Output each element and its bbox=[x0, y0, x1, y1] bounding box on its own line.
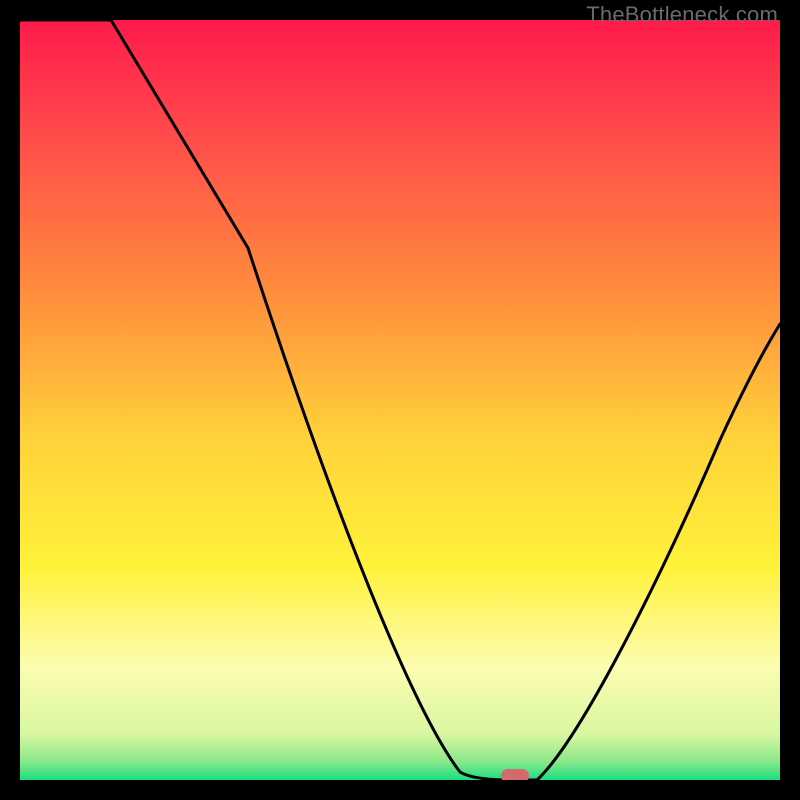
bottleneck-curve bbox=[20, 20, 780, 780]
chart-canvas: TheBottleneck.com bbox=[0, 0, 800, 800]
optimal-marker bbox=[501, 769, 529, 780]
watermark-text: TheBottleneck.com bbox=[586, 2, 778, 28]
plot-area bbox=[20, 20, 780, 780]
